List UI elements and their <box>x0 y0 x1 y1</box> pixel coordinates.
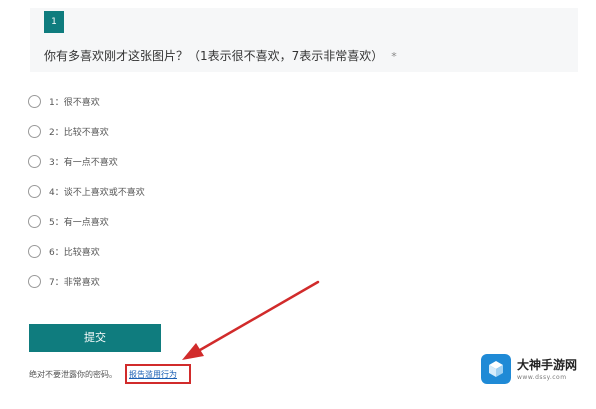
watermark-subtitle: www.dssy.com <box>517 374 567 381</box>
option-label: 1：很不喜欢 <box>49 97 100 108</box>
option-1[interactable]: 1：很不喜欢 <box>28 86 145 116</box>
option-label: 4：谈不上喜欢或不喜欢 <box>49 187 145 198</box>
radio-button[interactable] <box>28 154 41 168</box>
radio-button[interactable] <box>28 184 41 198</box>
required-mark: * <box>391 50 397 63</box>
watermark-logo-icon <box>481 354 511 384</box>
answer-options: 1：很不喜欢 2：比较不喜欢 3：有一点不喜欢 4：谈不上喜欢或不喜欢 5：有一… <box>28 86 145 296</box>
watermark-title: 大神手游网 <box>517 358 578 372</box>
radio-button[interactable] <box>28 94 41 108</box>
submit-button[interactable]: 提交 <box>29 324 161 352</box>
option-label: 2：比较不喜欢 <box>49 127 109 138</box>
question-card: 1 你有多喜欢刚才这张图片？（1表示很不喜欢，7表示非常喜欢） * <box>30 8 578 72</box>
watermark: 大神手游网 www.dssy.com <box>481 354 589 388</box>
option-label: 7：非常喜欢 <box>49 277 100 288</box>
question-title: 你有多喜欢刚才这张图片？（1表示很不喜欢，7表示非常喜欢） * <box>44 48 397 65</box>
radio-button[interactable] <box>28 124 41 138</box>
radio-button[interactable] <box>28 244 41 258</box>
question-number-badge: 1 <box>44 11 64 33</box>
option-label: 5：有一点喜欢 <box>49 217 109 228</box>
option-4[interactable]: 4：谈不上喜欢或不喜欢 <box>28 176 145 206</box>
cube-icon <box>489 361 503 377</box>
option-7[interactable]: 7：非常喜欢 <box>28 266 145 296</box>
radio-button[interactable] <box>28 274 41 288</box>
radio-button[interactable] <box>28 214 41 228</box>
question-title-text: 你有多喜欢刚才这张图片？（1表示很不喜欢，7表示非常喜欢） <box>44 49 384 63</box>
report-abuse-link[interactable]: 报告滥用行为 <box>129 369 177 380</box>
option-label: 6：比较喜欢 <box>49 247 100 258</box>
password-warning: 绝对不要泄露你的密码。 <box>29 370 117 379</box>
option-label: 3：有一点不喜欢 <box>49 157 118 168</box>
option-2[interactable]: 2：比较不喜欢 <box>28 116 145 146</box>
option-3[interactable]: 3：有一点不喜欢 <box>28 146 145 176</box>
option-5[interactable]: 5：有一点喜欢 <box>28 206 145 236</box>
option-6[interactable]: 6：比较喜欢 <box>28 236 145 266</box>
